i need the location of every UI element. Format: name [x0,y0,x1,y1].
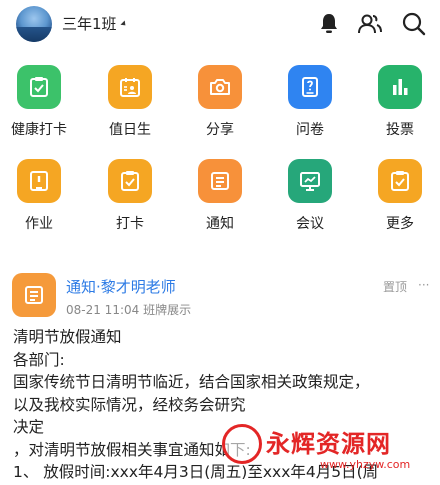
class-name[interactable]: 三年1班 [62,13,117,34]
grid-item-label: 打卡 [116,216,144,232]
bell-icon[interactable] [316,11,342,37]
header-bar: 三年1班 [0,0,440,50]
feed-line: 国家传统节日清明节临近，结合国家相关政策规定， [13,373,370,391]
grid-item-share[interactable]: 分享 [190,65,250,139]
feed-meta: 08-21 11:04 班牌展示 [66,303,192,317]
grid-item-label: 问卷 [296,122,324,138]
more-options-button[interactable]: ··· [418,278,429,292]
class-switch-caret-icon[interactable] [120,20,128,28]
grid-item-checkin[interactable]: 打卡 [100,159,160,233]
watermark-text: 永辉资源网 [266,430,391,458]
feed-line: 各部门: [13,350,65,369]
grid-item-meeting[interactable]: 会议 [280,159,340,233]
search-icon[interactable] [401,11,427,37]
grid-item-duty-student[interactable]: 值日生 [100,65,160,139]
notice-icon [198,159,242,203]
camera-icon [198,65,242,109]
watermark-logo-icon [222,424,262,464]
notice-icon [12,273,56,317]
grid-item-questionnaire[interactable]: 问卷 [280,65,340,139]
class-avatar[interactable] [16,6,52,42]
contacts-icon[interactable] [357,11,383,37]
health-checkin-icon [17,65,61,109]
more-icon [378,159,422,203]
grid-item-health-checkin[interactable]: 健康打卡 [9,65,69,139]
feed-title[interactable]: 通知·黎才明老师 [66,276,176,297]
grid-item-more[interactable]: 更多 [370,159,430,233]
grid-item-vote[interactable]: 投票 [370,65,430,139]
checkin-icon [108,159,152,203]
grid-item-label: 会议 [296,216,324,232]
feed-line: 以及我校实际情况，经校务会研究 [13,395,246,414]
bar-chart-icon [378,65,422,109]
watermark-url: www.yhzyw.com [320,458,411,471]
homework-icon [17,159,61,203]
meeting-icon [288,159,332,203]
grid-item-label: 通知 [206,216,234,232]
grid-item-label: 值日生 [109,122,151,138]
grid-item-homework[interactable]: 作业 [9,159,69,233]
watermark: 永辉资源网 www.yhzyw.com [222,420,440,485]
questionnaire-icon [288,65,332,109]
grid-item-label: 投票 [386,122,414,138]
grid-item-label: 作业 [25,216,53,232]
grid-item-label: 更多 [386,216,414,232]
pin-label[interactable]: 置顶 [383,278,407,295]
grid-item-label: 健康打卡 [11,122,67,138]
grid-item-notice[interactable]: 通知 [190,159,250,233]
grid-item-label: 分享 [206,122,234,138]
feed-line: 清明节放假通知 [13,328,122,346]
duty-student-icon [108,65,152,109]
